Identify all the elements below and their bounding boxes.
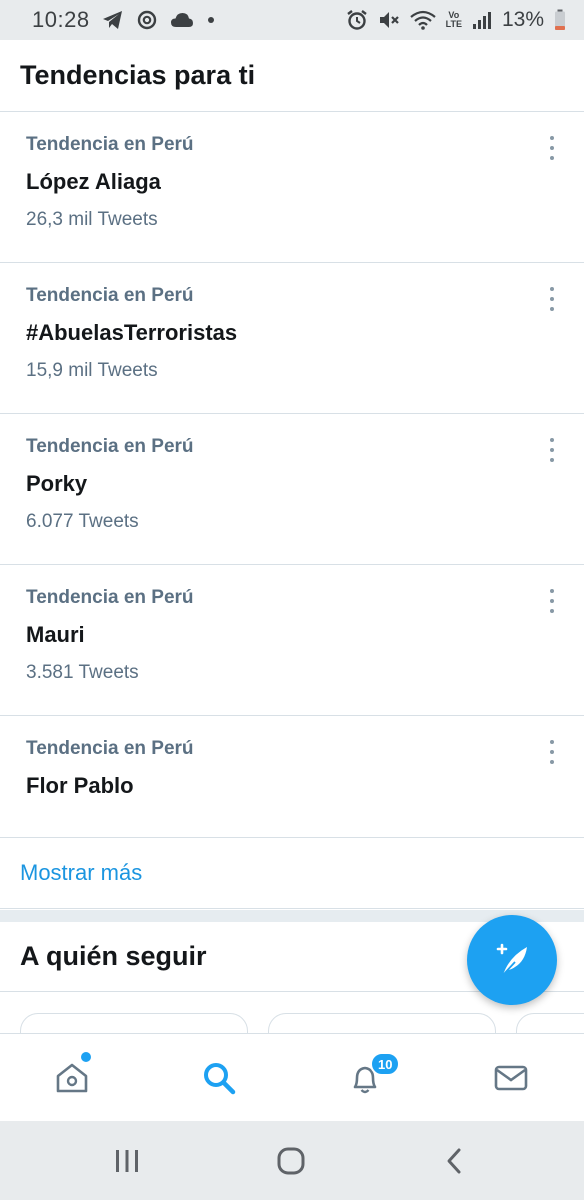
nav-home[interactable] xyxy=(27,1034,117,1122)
battery-percent: 13% xyxy=(501,8,544,31)
volte-label-bottom: LTE xyxy=(445,19,462,29)
suggestion-card[interactable] xyxy=(20,1013,248,1033)
volte-icon: Vo LTE xyxy=(446,11,462,29)
compose-tweet-button[interactable] xyxy=(467,915,557,1005)
nav-notifications[interactable]: 10 xyxy=(320,1034,410,1122)
trend-count: 6.077 Tweets xyxy=(26,511,139,532)
mute-icon xyxy=(378,9,400,31)
status-bar: 10:28 Vo LTE 13% xyxy=(0,0,584,40)
home-new-dot xyxy=(81,1052,91,1062)
trend-item[interactable]: Tendencia en Perú López Aliaga 26,3 mil … xyxy=(0,112,584,263)
trend-item[interactable]: Tendencia en Perú #AbuelasTerroristas 15… xyxy=(0,263,584,414)
suggestion-card[interactable] xyxy=(268,1013,496,1033)
cloud-icon xyxy=(170,12,194,28)
trend-context: Tendencia en Perú xyxy=(26,587,194,608)
nav-search[interactable] xyxy=(174,1034,264,1122)
trend-count: 26,3 mil Tweets xyxy=(26,209,158,230)
alarm-icon xyxy=(346,9,368,31)
mail-icon xyxy=(493,1060,529,1096)
back-icon xyxy=(443,1147,465,1175)
trend-title: Porky xyxy=(26,471,88,496)
trend-context: Tendencia en Perú xyxy=(26,285,194,306)
who-to-follow-title: A quién seguir xyxy=(20,941,207,971)
compose-tweet-icon xyxy=(489,937,535,983)
trends-header: Tendencias para ti xyxy=(0,40,584,112)
trend-count: 3.581 Tweets xyxy=(26,662,139,683)
trend-context: Tendencia en Perú xyxy=(26,436,194,457)
recent-apps-icon xyxy=(113,1148,141,1174)
home-icon xyxy=(54,1060,90,1096)
wifi-icon xyxy=(409,10,436,30)
search-icon xyxy=(201,1060,237,1096)
bottom-nav: 10 xyxy=(0,1033,584,1121)
notification-badge: 10 xyxy=(370,1052,401,1076)
status-right: Vo LTE 13% xyxy=(346,8,566,32)
trend-item[interactable]: Tendencia en Perú Porky 6.077 Tweets xyxy=(0,414,584,565)
system-nav-bar xyxy=(0,1121,584,1200)
status-left: 10:28 xyxy=(32,7,216,33)
trend-context: Tendencia en Perú xyxy=(26,738,194,759)
battery-icon xyxy=(554,9,566,31)
trend-title: López Aliaga xyxy=(26,169,161,194)
back-button[interactable] xyxy=(414,1121,494,1200)
trend-title: Mauri xyxy=(26,622,85,647)
trend-list: Tendencia en Perú López Aliaga 26,3 mil … xyxy=(0,112,584,838)
show-more-row: Mostrar más xyxy=(0,837,584,909)
trend-title: #AbuelasTerroristas xyxy=(26,320,238,345)
home-circle-icon xyxy=(276,1146,306,1176)
status-time: 10:28 xyxy=(32,7,90,32)
more-options-icon[interactable] xyxy=(546,136,558,160)
more-options-icon[interactable] xyxy=(546,287,558,311)
dot-icon xyxy=(206,15,216,25)
more-options-icon[interactable] xyxy=(546,589,558,613)
trend-count: 15,9 mil Tweets xyxy=(26,360,158,381)
trend-item[interactable]: Tendencia en Perú Mauri 3.581 Tweets xyxy=(0,565,584,716)
recent-apps-button[interactable] xyxy=(87,1121,167,1200)
trend-title: Flor Pablo xyxy=(26,773,134,798)
more-options-icon[interactable] xyxy=(546,438,558,462)
signal-icon xyxy=(472,10,492,30)
telegram-icon xyxy=(102,10,124,30)
system-home-button[interactable] xyxy=(251,1121,331,1200)
trend-context: Tendencia en Perú xyxy=(26,134,194,155)
suggestion-card[interactable] xyxy=(516,1013,584,1033)
page-title: Tendencias para ti xyxy=(20,60,256,90)
more-options-icon[interactable] xyxy=(546,740,558,764)
show-more-link[interactable]: Mostrar más xyxy=(20,860,142,886)
nav-messages[interactable] xyxy=(466,1034,556,1122)
sync-icon xyxy=(136,9,158,31)
trend-item[interactable]: Tendencia en Perú Flor Pablo xyxy=(0,716,584,838)
